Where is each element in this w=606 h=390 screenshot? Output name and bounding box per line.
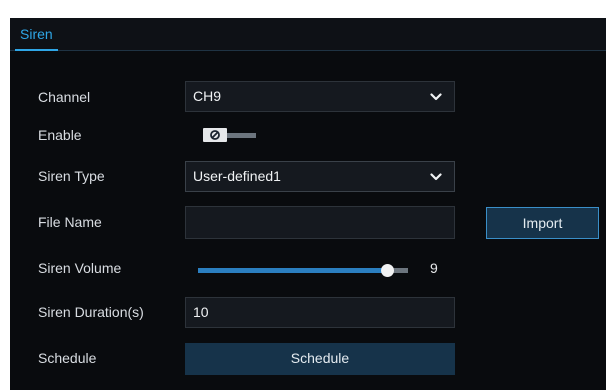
tab-siren[interactable]: Siren — [15, 18, 58, 51]
siren-duration-label: Siren Duration(s) — [38, 304, 144, 320]
siren-type-label: Siren Type — [38, 168, 105, 184]
channel-label: Channel — [38, 89, 91, 105]
siren-volume-label: Siren Volume — [38, 260, 122, 276]
siren-volume-slider[interactable] — [198, 264, 408, 277]
file-name-input[interactable] — [185, 206, 455, 239]
siren-type-select-value: User-defined1 — [193, 168, 281, 184]
schedule-button[interactable]: Schedule — [185, 343, 455, 375]
disabled-circle-icon — [210, 130, 220, 140]
slider-thumb[interactable] — [381, 264, 394, 277]
enable-toggle[interactable] — [203, 128, 256, 142]
file-name-label: File Name — [38, 214, 102, 230]
slider-fill — [198, 268, 387, 273]
channel-select[interactable]: CH9 — [185, 81, 455, 112]
toggle-knob — [203, 128, 227, 142]
chevron-down-icon — [430, 173, 442, 181]
chevron-down-icon — [430, 93, 442, 101]
enable-label: Enable — [38, 127, 82, 143]
import-button[interactable]: Import — [486, 207, 599, 239]
siren-type-select[interactable]: User-defined1 — [185, 161, 455, 192]
siren-duration-input[interactable]: 10 — [185, 297, 455, 328]
siren-volume-value: 9 — [430, 260, 438, 276]
tab-bar: Siren — [10, 18, 606, 51]
channel-select-value: CH9 — [193, 88, 222, 104]
schedule-label: Schedule — [38, 350, 97, 366]
siren-settings-panel: Siren Channel CH9 Enable Siren Type User… — [10, 18, 606, 390]
